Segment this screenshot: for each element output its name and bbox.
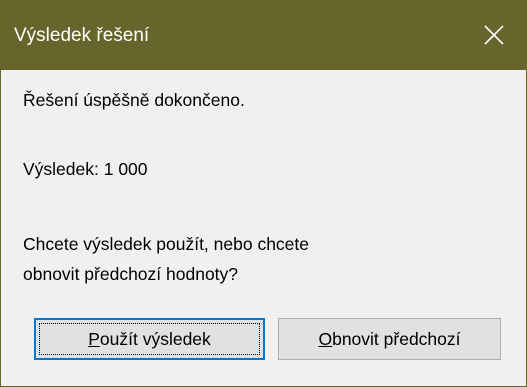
close-icon bbox=[484, 25, 504, 45]
dialog-title: Výsledek řešení bbox=[14, 25, 150, 46]
close-button[interactable] bbox=[471, 13, 517, 57]
question-line-2: obnovit předchozí hodnoty? bbox=[23, 264, 239, 284]
dialog-body: Řešení úspěšně dokončeno. Výsledek: 1 00… bbox=[1, 70, 526, 386]
solver-result-dialog: Výsledek řešení Řešení úspěšně dokončeno… bbox=[0, 0, 527, 387]
question-line-1: Chcete výsledek použít, nebo chcete bbox=[23, 234, 310, 254]
restore-previous-mnemonic: O bbox=[318, 328, 333, 349]
restore-previous-button[interactable]: Obnovit předchozí bbox=[278, 318, 501, 360]
status-message: Řešení úspěšně dokončeno. bbox=[23, 90, 245, 110]
use-result-button[interactable]: Použít výsledek bbox=[34, 318, 265, 360]
result-value: Výsledek: 1 000 bbox=[23, 159, 148, 179]
use-result-mnemonic: P bbox=[88, 328, 100, 349]
title-bar: Výsledek řešení bbox=[1, 1, 526, 70]
restore-previous-label: bnovit předchozí bbox=[332, 328, 461, 349]
use-result-label: oužít výsledek bbox=[99, 328, 211, 349]
